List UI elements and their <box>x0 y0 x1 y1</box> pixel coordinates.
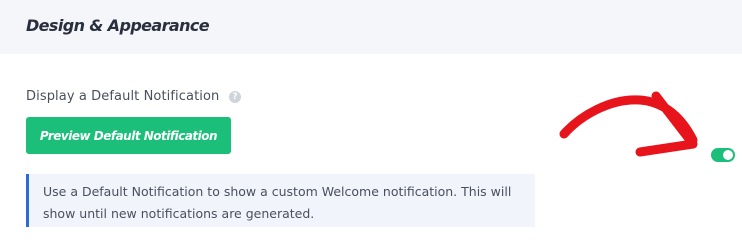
info-box: Use a Default Notification to show a cus… <box>26 174 535 227</box>
red-arrow-icon <box>559 91 698 157</box>
section-header: Design & Appearance <box>0 0 742 54</box>
default-notification-toggle[interactable] <box>711 148 735 162</box>
default-notification-label: Display a Default Notification <box>26 89 220 104</box>
section-title: Design & Appearance <box>26 16 210 35</box>
toggle-knob <box>723 150 733 160</box>
preview-default-notification-button[interactable]: Preview Default Notification <box>26 117 231 154</box>
info-text: Use a Default Notification to show a cus… <box>43 184 512 221</box>
help-icon[interactable]: ? <box>229 91 241 103</box>
